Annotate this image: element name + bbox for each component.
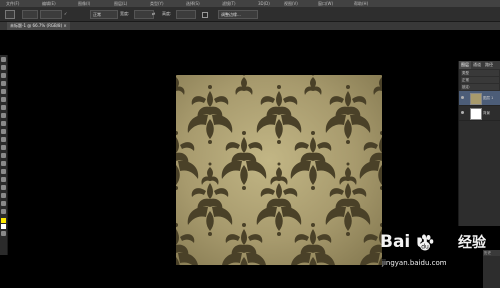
history-brush-tool-icon[interactable] (1, 129, 6, 134)
quick-mask-icon[interactable] (1, 231, 6, 236)
blur-tool-icon[interactable] (1, 153, 6, 158)
layer-row[interactable]: 背景 (459, 106, 500, 121)
options-bar: ✓ 正常 宽度: ⇄ 高度: 调整边缘... (0, 7, 500, 22)
layers-panel: 图层 通道 路径 类型 正常 锁定: 图层 1 背景 (458, 61, 500, 226)
layer-name: 图层 1 (483, 96, 494, 100)
layer-row[interactable]: 图层 1 (459, 91, 500, 106)
menu-type[interactable]: 类型(Y) (150, 0, 164, 7)
document-tab[interactable]: 未标题-1 @ 66.7% (RGB/8) × (7, 22, 70, 30)
selection-mode-group[interactable] (22, 10, 38, 19)
menu-filter[interactable]: 滤镜(T) (222, 0, 236, 7)
layer-thumbnail (470, 93, 482, 105)
menu-edit[interactable]: 编辑(E) (42, 0, 56, 7)
visibility-eye-icon[interactable] (461, 96, 464, 99)
width-field[interactable] (134, 10, 154, 19)
gear-icon[interactable] (202, 12, 208, 18)
layer-kind-filter[interactable]: 类型 (461, 70, 499, 76)
clone-stamp-tool-icon[interactable] (1, 121, 6, 126)
move-tool-icon[interactable] (1, 57, 6, 62)
watermark-url: jingyan.baidu.com (382, 259, 447, 267)
height-label: 高度: (162, 11, 172, 16)
lasso-tool-icon[interactable] (1, 73, 6, 78)
layer-thumbnail (470, 108, 482, 120)
tools-panel (0, 55, 8, 255)
swap-icon[interactable]: ⇄ (152, 10, 155, 18)
tab-paths[interactable]: 路径 (483, 61, 495, 69)
baidu-jingyan-watermark: Bai u du 经验 jingyan.baidu.com (380, 232, 500, 288)
quick-select-tool-icon[interactable] (1, 81, 6, 86)
eraser-tool-icon[interactable] (1, 137, 6, 142)
menu-window[interactable]: 窗口(W) (318, 0, 333, 7)
marquee-tool-icon[interactable] (1, 65, 6, 70)
feather-field[interactable] (40, 10, 62, 19)
brush-tool-icon[interactable] (1, 113, 6, 118)
pen-tool-icon[interactable] (1, 169, 6, 174)
document-tab-bar: 未标题-1 @ 66.7% (RGB/8) × (0, 22, 500, 30)
menu-3d[interactable]: 3D(D) (258, 0, 270, 7)
tab-channels[interactable]: 通道 (471, 61, 483, 69)
refine-edge-button[interactable]: 调整边缘... (218, 10, 258, 19)
path-select-tool-icon[interactable] (1, 185, 6, 190)
document-canvas[interactable] (176, 75, 382, 265)
width-label: 宽度: (120, 11, 130, 16)
visibility-eye-icon[interactable] (461, 111, 464, 114)
layer-name: 背景 (483, 111, 490, 115)
baidu-paw-icon: du (418, 234, 434, 251)
menu-bar: 文件(F) 编辑(E) 图像(I) 图层(L) 类型(Y) 选择(S) 滤镜(T… (0, 0, 500, 7)
style-select[interactable]: 正常 (90, 10, 118, 19)
menu-select[interactable]: 选择(S) (186, 0, 200, 7)
blend-mode-select[interactable]: 正常 (461, 77, 499, 83)
menu-file[interactable]: 文件(F) (6, 0, 19, 7)
eyedropper-tool-icon[interactable] (1, 97, 6, 102)
tool-preset-picker[interactable] (5, 10, 15, 19)
shape-tool-icon[interactable] (1, 193, 6, 198)
menu-layer[interactable]: 图层(L) (114, 0, 127, 7)
healing-tool-icon[interactable] (1, 105, 6, 110)
foreground-color-swatch[interactable] (1, 218, 6, 223)
svg-text:du: du (421, 244, 429, 251)
background-color-swatch[interactable] (1, 224, 6, 229)
tab-layers[interactable]: 图层 (459, 61, 471, 69)
hand-tool-icon[interactable] (1, 201, 6, 206)
antialias-icon[interactable]: ✓ (64, 10, 67, 18)
gradient-tool-icon[interactable] (1, 145, 6, 150)
layers-panel-tabs: 图层 通道 路径 (459, 61, 500, 69)
lock-row: 锁定: (461, 84, 499, 90)
crop-tool-icon[interactable] (1, 89, 6, 94)
menu-view[interactable]: 视图(V) (284, 0, 298, 7)
menu-help[interactable]: 帮助(H) (354, 0, 368, 7)
height-field[interactable] (176, 10, 196, 19)
dodge-tool-icon[interactable] (1, 161, 6, 166)
damask-pattern-artwork (176, 75, 382, 265)
menu-image[interactable]: 图像(I) (78, 0, 90, 7)
zoom-tool-icon[interactable] (1, 209, 6, 214)
jingyan-logo-text: 经验 (458, 235, 486, 251)
type-tool-icon[interactable] (1, 177, 6, 182)
